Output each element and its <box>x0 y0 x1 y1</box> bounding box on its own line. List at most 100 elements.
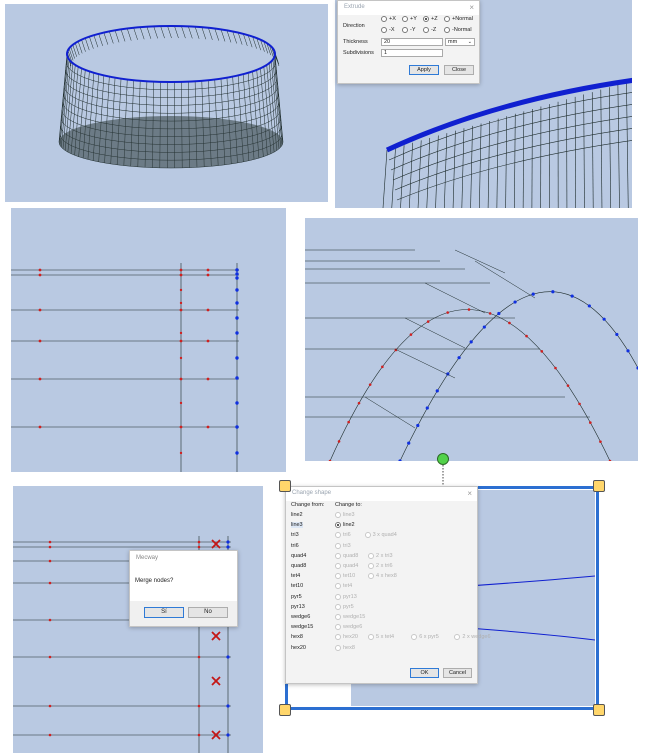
change-from-item[interactable]: quad8 <box>291 563 306 569</box>
change-from-item[interactable]: tri3 <box>291 532 299 538</box>
resize-handle-top-right[interactable] <box>593 480 605 492</box>
ok-button[interactable]: OK <box>410 668 439 678</box>
change-from-item[interactable]: wedge6 <box>291 614 310 620</box>
change-to-option-label: 2 x tri3 <box>376 552 393 559</box>
node-blue <box>226 704 230 708</box>
change-from-item[interactable]: hex20 <box>291 645 306 651</box>
change-from-item[interactable]: pyr5 <box>291 594 302 600</box>
edge-mesh-ring <box>388 92 632 161</box>
change-to-option-label: tet4 <box>343 583 353 590</box>
node-blue <box>457 356 461 360</box>
change-to-radio[interactable] <box>335 593 341 600</box>
edge-mesh-vertical <box>591 92 594 208</box>
change-to-radio[interactable] <box>335 532 341 539</box>
cylinder-back-line <box>226 30 232 43</box>
edge-mesh-ring <box>392 116 632 181</box>
radio-minus-z[interactable] <box>423 27 429 33</box>
radio-plus-normal-label: +Normal <box>452 16 473 22</box>
change-from-item[interactable]: line3 <box>291 522 303 529</box>
change-from-item[interactable]: quad4 <box>291 553 306 559</box>
change-shape-title: Change shape <box>292 490 332 496</box>
connector-line <box>474 260 536 299</box>
change-to-radio[interactable] <box>335 512 341 518</box>
resize-handle-bottom-right[interactable] <box>593 704 605 716</box>
rotation-handle[interactable] <box>437 453 449 465</box>
radio-plus-z[interactable] <box>423 16 429 22</box>
radio-minus-x[interactable] <box>381 27 387 33</box>
cylinder-ring <box>63 85 279 114</box>
node-red <box>179 401 183 405</box>
close-icon[interactable]: × <box>467 489 472 498</box>
edge-mesh-vertical <box>522 111 525 208</box>
change-to-radio[interactable] <box>335 552 341 559</box>
change-to-radio[interactable] <box>335 563 341 569</box>
radio-minus-normal[interactable] <box>444 27 450 33</box>
change-to-radio[interactable] <box>335 614 341 620</box>
thickness-input[interactable]: 20 <box>381 38 443 46</box>
node-red <box>608 459 612 461</box>
change-to-radio[interactable] <box>364 532 371 539</box>
viewport-cylinder-mesh[interactable] <box>5 4 328 202</box>
edge-mesh-vertical <box>452 130 456 208</box>
change-to-radio[interactable] <box>411 634 418 641</box>
edge-mesh-vertical <box>470 125 473 208</box>
yes-button[interactable]: Sí <box>144 607 184 618</box>
node-red <box>599 440 602 443</box>
radio-plus-y[interactable] <box>402 16 408 22</box>
node-red <box>179 273 183 277</box>
resize-handle-top-left[interactable] <box>279 480 291 492</box>
viewport-node-lines[interactable] <box>11 208 286 472</box>
node-red <box>179 339 183 343</box>
cylinder-back-line <box>232 31 237 44</box>
close-button[interactable]: Close <box>444 65 474 75</box>
change-from-item[interactable]: tet10 <box>291 583 303 589</box>
change-from-item[interactable]: hex8 <box>291 634 303 640</box>
node-blue <box>235 376 239 380</box>
change-from-item[interactable]: pyr13 <box>291 604 305 610</box>
node-red <box>48 545 52 549</box>
change-from-item[interactable]: tet4 <box>291 573 300 579</box>
apply-button[interactable]: Apply <box>409 65 439 75</box>
change-from-item[interactable]: line2 <box>291 512 303 518</box>
change-to-radio[interactable] <box>335 603 341 610</box>
cylinder-back-line <box>153 26 158 39</box>
change-to-option-label: 2 x wedge6 <box>462 634 491 641</box>
subdivisions-input[interactable]: 1 <box>381 49 443 57</box>
node-blue <box>469 340 473 344</box>
node-red <box>206 268 210 272</box>
change-to-radio[interactable] <box>335 644 341 651</box>
node-blue <box>602 317 606 321</box>
radio-plus-normal[interactable] <box>444 16 450 22</box>
resize-handle-bottom-left[interactable] <box>279 704 291 716</box>
change-to-radio[interactable] <box>335 522 341 529</box>
change-to-radio[interactable] <box>335 634 341 641</box>
viewport-arc-nodes[interactable] <box>305 218 638 461</box>
cylinder-back-line <box>85 38 90 51</box>
node-red <box>197 545 201 549</box>
edge-mesh-ring <box>394 128 632 191</box>
change-to-radio[interactable] <box>368 552 374 559</box>
cancel-button[interactable]: Cancel <box>443 668 472 678</box>
no-button[interactable]: No <box>188 607 228 618</box>
extrude-dialog-title: Extrude <box>344 4 365 10</box>
change-to-radio[interactable] <box>335 542 341 549</box>
radio-minus-y[interactable] <box>402 27 408 33</box>
arc-nodes-svg <box>305 249 638 461</box>
node-blue <box>435 389 439 393</box>
change-to-radio[interactable] <box>368 634 374 641</box>
change-to-radio[interactable] <box>335 573 341 580</box>
change-to-radio[interactable] <box>454 634 461 641</box>
change-from-item[interactable]: tri6 <box>291 543 299 549</box>
change-to-radio[interactable] <box>368 563 374 569</box>
change-to-radio[interactable] <box>335 583 341 590</box>
cylinder-back-line <box>75 42 80 56</box>
change-to-radio[interactable] <box>368 573 374 580</box>
unit-select[interactable]: mm ⌄ <box>445 38 475 46</box>
change-to-radio[interactable] <box>335 624 341 631</box>
radio-minus-y-label: -Y <box>410 27 416 33</box>
change-from-item[interactable]: wedge15 <box>291 624 313 630</box>
edge-mesh-vertical <box>417 140 422 208</box>
close-icon[interactable]: × <box>469 3 474 12</box>
node-red <box>337 440 341 443</box>
radio-plus-x[interactable] <box>381 16 387 22</box>
